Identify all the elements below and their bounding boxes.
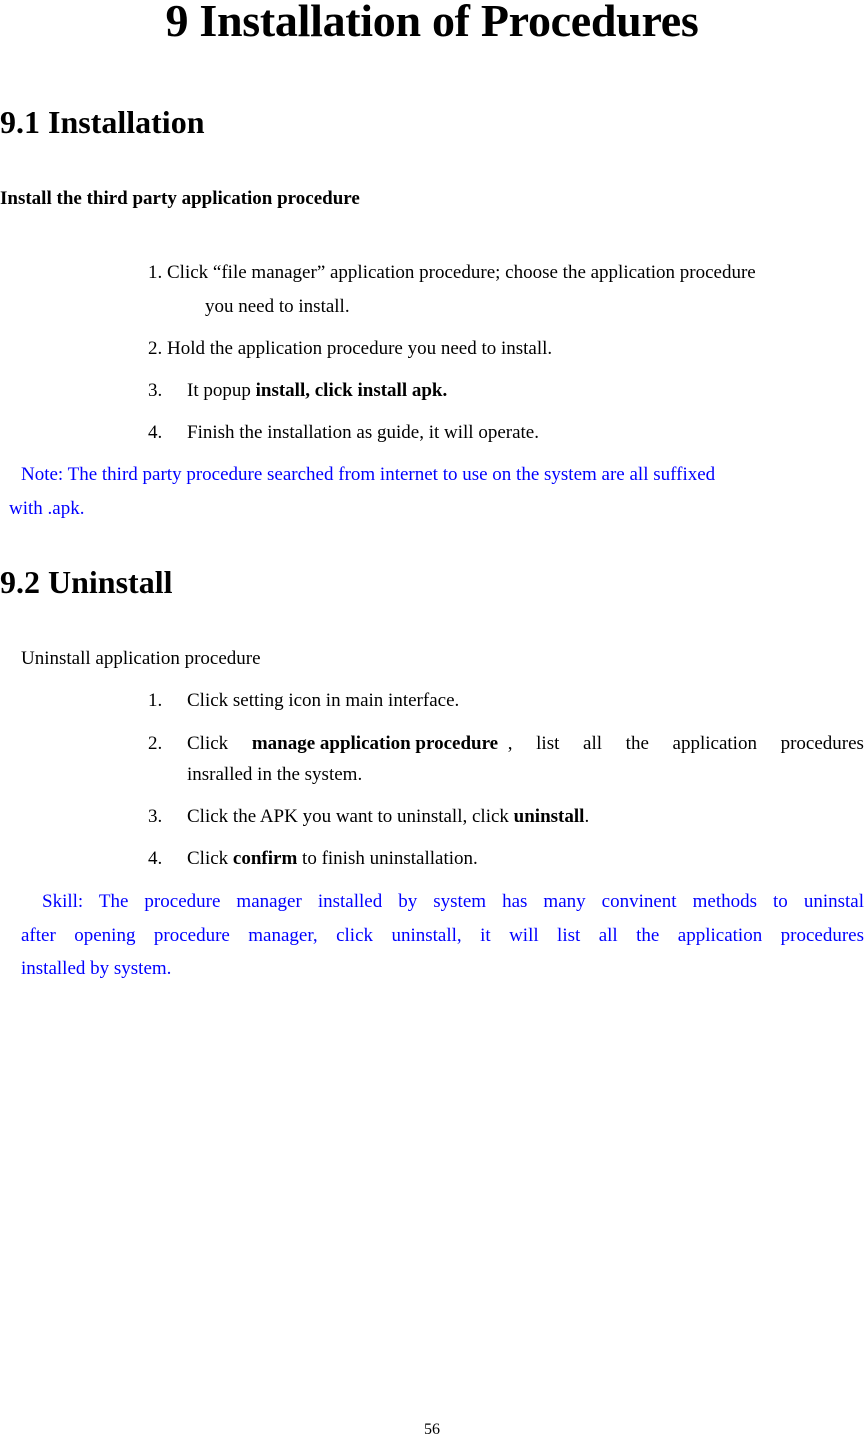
install-note: Note: The third party procedure searched… [21, 464, 716, 485]
step-bold-text: uninstall [513, 806, 585, 827]
step-bold-text: manage application procedure [251, 733, 499, 754]
step-number: 3. [148, 380, 163, 401]
step-number: 3. [148, 806, 163, 827]
uninstall-step-2-continued: insralled in the system. [187, 764, 363, 785]
install-step-3: 3. It popup install, click install apk. [148, 380, 447, 402]
step-number: 1. [148, 262, 163, 283]
install-step-4: 4. Finish the installation as guide, it w… [148, 422, 539, 444]
section-heading-installation: 9.1 Installation [0, 104, 205, 140]
install-step-1: 1. Click “file manager” application proc… [148, 262, 756, 284]
page-title: 9 Installation of Procedures [165, 0, 699, 46]
step-text: Hold the application procedure you need … [167, 338, 553, 359]
step-text: Click the APK you want to uninstall, cli… [187, 806, 514, 827]
uninstall-intro: Uninstall application procedure [21, 648, 261, 669]
step-number: 2. [148, 733, 163, 754]
page-number: 56 [424, 1421, 440, 1438]
step-text: Click “file manager” application procedu… [167, 262, 756, 283]
step-bold-text: install, click install apk. [255, 380, 448, 401]
skill-note-line3: installed by system. [21, 958, 172, 979]
skill-note: Skill: The procedure manager installed b… [42, 891, 864, 912]
uninstall-step-1: 1. Click setting icon in main interface. [148, 690, 459, 712]
section-heading-uninstall: 9.2 Uninstall [0, 564, 173, 600]
uninstall-step-2: 2. Click manage application procedure , … [148, 733, 864, 754]
install-note-continued: with .apk. [9, 498, 85, 519]
step-number: 4. [148, 422, 163, 443]
step-text: Click [187, 848, 233, 869]
install-step-1-continued: you need to install. [205, 296, 350, 317]
uninstall-step-4: 4. Click confirm to finish uninstallation… [148, 848, 478, 869]
step-text: Click [187, 733, 229, 754]
install-subheading: Install the third party application proc… [0, 188, 360, 209]
install-step-2: 2. Hold the application procedure you ne… [148, 338, 552, 360]
step-text: , [507, 733, 513, 754]
uninstall-step-3: 3. Click the APK you want to uninstall, c… [148, 806, 590, 827]
step-text: It popup [187, 380, 256, 401]
step-number: 1. [148, 690, 163, 711]
step-number: 2. [148, 338, 163, 359]
step-text: Click setting icon in main interface. [187, 690, 460, 711]
skill-note-line2: after opening procedure manager, click u… [21, 925, 864, 946]
step-text: Finish the installation as guide, it wil… [187, 422, 539, 443]
step-number: 4. [148, 848, 163, 869]
step-bold-text: confirm [232, 848, 298, 869]
